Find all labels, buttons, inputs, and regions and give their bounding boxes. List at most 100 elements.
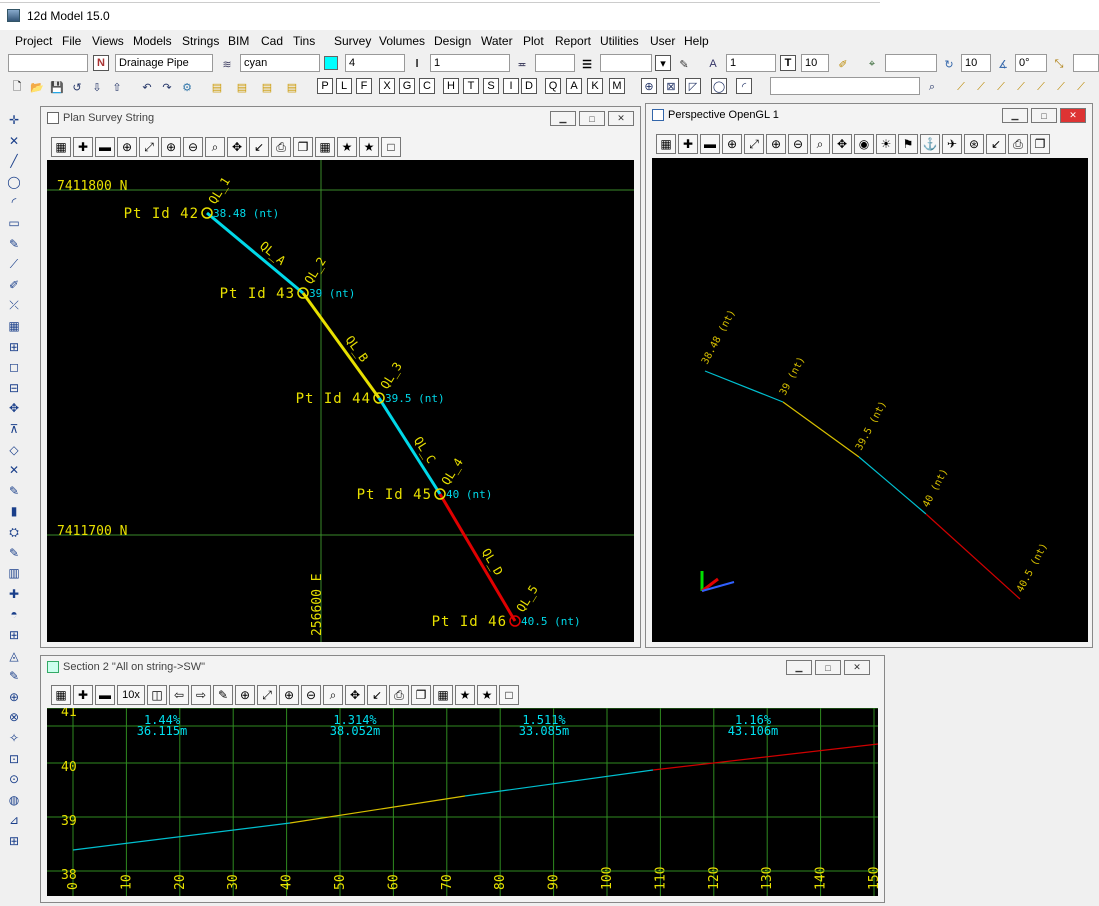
redo-icon[interactable]: ↷: [158, 78, 176, 96]
persp-drawing[interactable]: 38.48 (nt) 39 (nt) 39.5 (nt) 40 (nt) 40.5 (n…: [652, 158, 1088, 642]
box-icon[interactable]: ◻: [6, 359, 22, 375]
light-icon[interactable]: ☀: [876, 134, 896, 154]
line-weight-icon[interactable]: ☰: [578, 55, 596, 73]
add-icon[interactable]: ✚: [73, 137, 93, 157]
line-icon[interactable]: ╱: [6, 153, 22, 169]
favourite-icon[interactable]: ★: [337, 137, 357, 157]
layout-icon[interactable]: ⊞: [6, 833, 22, 849]
zoom-in-icon[interactable]: ⊕: [235, 685, 255, 705]
menu-help[interactable]: Help: [684, 34, 709, 48]
menu-survey[interactable]: Survey: [334, 34, 371, 48]
table-icon[interactable]: ▦: [6, 318, 22, 334]
remove-icon[interactable]: ▬: [95, 685, 115, 705]
linestyle-field[interactable]: 1: [430, 54, 510, 72]
drive-icon[interactable]: ⚓: [920, 134, 940, 154]
remove-icon[interactable]: ▬: [95, 137, 115, 157]
pick-icon[interactable]: ↙: [367, 685, 387, 705]
menu-user[interactable]: User: [650, 34, 675, 48]
draw-icon[interactable]: ✎: [6, 545, 22, 561]
symbol-icon[interactable]: ⊞: [6, 627, 22, 643]
section-profile-icon[interactable]: ◫: [147, 685, 167, 705]
tool-f-icon[interactable]: ⟋: [1052, 78, 1070, 96]
pan-icon[interactable]: ✥: [227, 137, 247, 157]
minimize-button[interactable]: ▁: [786, 660, 812, 675]
delete-icon[interactable]: ✕: [6, 462, 22, 478]
add-icon[interactable]: ✚: [73, 685, 93, 705]
add-icon[interactable]: ✚: [6, 586, 22, 602]
offset-field[interactable]: [885, 54, 937, 72]
break-icon[interactable]: ⤫: [6, 297, 22, 313]
filter-x-button[interactable]: X: [379, 78, 395, 94]
find-icon[interactable]: ⌕: [923, 78, 941, 96]
tool-e-icon[interactable]: ⟋: [1032, 78, 1050, 96]
grid-icon[interactable]: ▦: [315, 137, 335, 157]
point-icon[interactable]: ✛: [6, 112, 22, 128]
zoom-icon[interactable]: ⌕: [323, 685, 343, 705]
undo-icon[interactable]: ↶: [138, 78, 156, 96]
view-settings-icon[interactable]: ▦: [656, 134, 676, 154]
refresh-icon[interactable]: ↺: [68, 78, 86, 96]
grid-icon[interactable]: ▦: [433, 685, 453, 705]
text-icon[interactable]: ✎: [6, 236, 22, 252]
menu-design[interactable]: Design: [434, 34, 471, 48]
zoom-in-icon[interactable]: ⊕: [766, 134, 786, 154]
next-icon[interactable]: ⇨: [191, 685, 211, 705]
pick-icon[interactable]: ↙: [249, 137, 269, 157]
colour-field[interactable]: cyan: [240, 54, 320, 72]
favourite-blue-icon[interactable]: ★: [359, 137, 379, 157]
angle-icon[interactable]: ∡: [994, 55, 1012, 73]
close-button[interactable]: ✕: [608, 111, 634, 126]
maximize-button[interactable]: □: [579, 111, 605, 126]
tool-c-icon[interactable]: ⟋: [992, 78, 1010, 96]
blank-icon[interactable]: □: [499, 685, 519, 705]
fly-icon[interactable]: ✈: [942, 134, 962, 154]
previous-icon[interactable]: ⇦: [169, 685, 189, 705]
grid-icon[interactable]: ⊞: [6, 339, 22, 355]
plan-drawing[interactable]: 7411800 N7411700 N256600 EQL_AQL_BQL_CQL…: [47, 160, 634, 642]
tin-icon[interactable]: ◬: [6, 648, 22, 664]
target-icon[interactable]: ⊙: [6, 771, 22, 787]
edit-icon[interactable]: ✐: [6, 277, 22, 293]
section-drawing[interactable]: 0 10 20 30 40 50 60 70 80 90 100 110 120 130 140 150 41 4…: [47, 705, 882, 896]
favourite-icon[interactable]: ★: [455, 685, 475, 705]
open-icon[interactable]: 📂: [28, 78, 46, 96]
menu-project[interactable]: Project: [15, 34, 52, 48]
filter-c-button[interactable]: C: [419, 78, 435, 94]
snap-circle-icon[interactable]: ◯: [711, 78, 727, 94]
filter-m-button[interactable]: M: [609, 78, 625, 94]
angle-field[interactable]: 0°: [1015, 54, 1047, 72]
linestyle-icon[interactable]: ǀ: [408, 55, 426, 73]
sheet-icon[interactable]: ▥: [6, 565, 22, 581]
copy-view-icon[interactable]: ❐: [1030, 134, 1050, 154]
save-icon[interactable]: 💾: [48, 78, 66, 96]
text-size-field[interactable]: 1: [726, 54, 776, 72]
tool-b-icon[interactable]: ⟋: [972, 78, 990, 96]
menu-models[interactable]: Models: [133, 34, 172, 48]
gear-icon[interactable]: ⛭: [6, 524, 22, 540]
remove-icon[interactable]: ▬: [700, 134, 720, 154]
ruler-icon[interactable]: ✐: [834, 55, 852, 73]
pick-icon[interactable]: ↙: [986, 134, 1006, 154]
menu-utilities[interactable]: Utilities: [600, 34, 639, 48]
angle-mode-icon[interactable]: ⌖: [863, 55, 881, 73]
view-settings-icon[interactable]: ▦: [51, 137, 71, 157]
snap-point-icon[interactable]: ⊕: [641, 78, 657, 94]
zoom-icon[interactable]: ⌕: [810, 134, 830, 154]
move-icon[interactable]: ✥: [6, 400, 22, 416]
weight-field[interactable]: 4: [345, 54, 405, 72]
panel-icon[interactable]: ⊟: [6, 380, 22, 396]
filter-d-button[interactable]: D: [521, 78, 537, 94]
tool-d-icon[interactable]: ⟋: [1012, 78, 1030, 96]
menu-water[interactable]: Water: [481, 34, 513, 48]
menu-report[interactable]: Report: [555, 34, 591, 48]
arc-icon[interactable]: ◜: [6, 194, 22, 210]
filter-k-button[interactable]: K: [587, 78, 603, 94]
pen-icon[interactable]: ✎: [6, 483, 22, 499]
zoom-icon[interactable]: ⌕: [205, 137, 225, 157]
cross-icon[interactable]: ✕: [6, 133, 22, 149]
justify-icon[interactable]: ⤡: [1050, 55, 1068, 73]
pencil-icon[interactable]: ✎: [213, 685, 233, 705]
chainage-icon[interactable]: ≖: [513, 55, 531, 73]
zoom-window-icon[interactable]: ⊕: [117, 137, 137, 157]
minimize-button[interactable]: ▁: [1002, 108, 1028, 123]
